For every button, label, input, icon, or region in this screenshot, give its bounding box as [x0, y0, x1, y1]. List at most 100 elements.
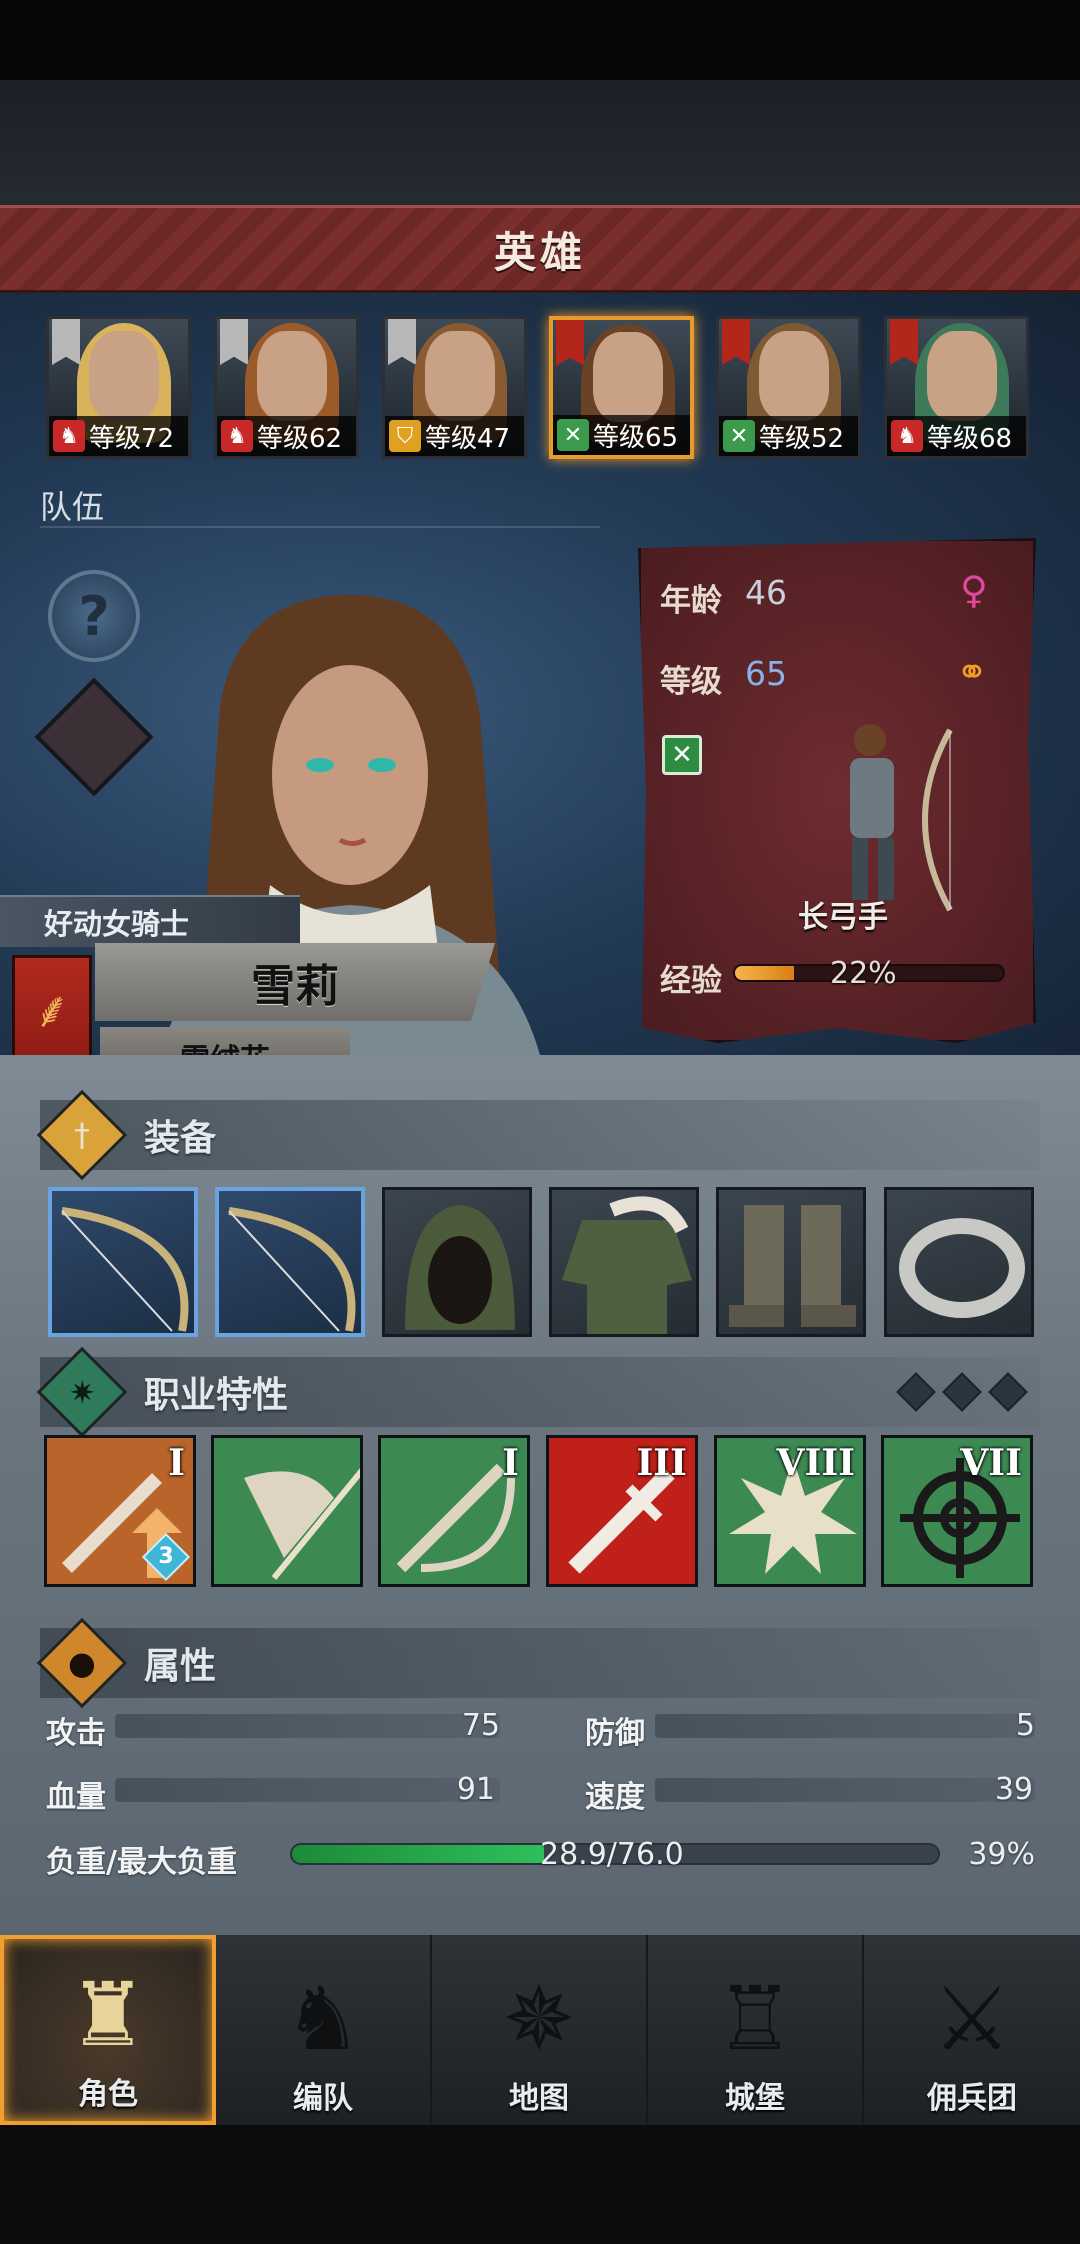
- trait-target[interactable]: VII: [881, 1435, 1033, 1587]
- system-nav-area: [0, 2125, 1080, 2244]
- traits-header: ✷ 职业特性: [36, 1346, 1040, 1438]
- nav-map[interactable]: ✵ 地图: [432, 1935, 648, 2125]
- hero-card-2[interactable]: ♞ 等级62: [214, 316, 359, 459]
- horse-icon: ♞: [891, 420, 923, 452]
- hero-face: [927, 331, 997, 421]
- equip-slot-armor[interactable]: [549, 1187, 699, 1337]
- game-screen: { "header": {"title": "英雄"}, "heroes": […: [0, 0, 1080, 2244]
- trait-sword-strike[interactable]: III: [546, 1435, 698, 1587]
- person-icon: ●: [36, 1617, 128, 1709]
- horse-icon: ♞: [53, 420, 85, 452]
- speed-label: 速度: [585, 1780, 645, 1815]
- trait-sword-bow[interactable]: I: [378, 1435, 530, 1587]
- hero-card-1[interactable]: ♞ 等级72: [46, 316, 191, 459]
- hero-level-tag: ✕ 等级65: [553, 415, 690, 455]
- crossed-bows-icon: ✕: [723, 420, 755, 452]
- castle-icon: ♖: [715, 1967, 795, 2070]
- hero-level-tag: ⛉ 等级47: [385, 416, 524, 456]
- trait-dodge[interactable]: [211, 1435, 363, 1587]
- hero-face: [759, 331, 829, 421]
- nav-mercenary[interactable]: ⚔ 佣兵团: [864, 1935, 1080, 2125]
- horse-icon: ♞: [221, 420, 253, 452]
- hood-icon: [405, 1205, 515, 1330]
- hero-title: 好动女骑士: [0, 895, 300, 947]
- trait-rank: I: [502, 1442, 519, 1484]
- title-banner: 英雄: [0, 205, 1080, 293]
- female-icon: ♀: [960, 568, 988, 612]
- attributes-header: ● 属性: [36, 1617, 1040, 1709]
- load-progress-fill: [292, 1845, 544, 1863]
- grey-banner-icon: [388, 319, 416, 365]
- nav-castle[interactable]: ♖ 城堡: [648, 1935, 864, 2125]
- grey-banner-icon: [220, 319, 248, 365]
- team-label: 队伍: [40, 488, 105, 526]
- helmet-icon: ♞: [283, 1967, 363, 2070]
- xp-percent: 22%: [830, 956, 897, 991]
- defense-label: 防御: [585, 1716, 645, 1751]
- age-value: 46: [745, 573, 787, 612]
- level-value: 65: [745, 654, 787, 693]
- boots-icon: [729, 1205, 856, 1327]
- equip-slot-longbow-1[interactable]: [48, 1187, 198, 1337]
- nav-character[interactable]: ♜ 角色: [0, 1935, 216, 2125]
- sword-icon: †: [36, 1089, 128, 1181]
- traits-title: 职业特性: [144, 1375, 289, 1416]
- hero-face: [257, 331, 327, 421]
- equip-slot-ring[interactable]: [884, 1187, 1034, 1337]
- rings-icon: ⚭: [956, 650, 988, 694]
- trait-rank: VIII: [776, 1442, 855, 1484]
- attack-label: 攻击: [46, 1716, 106, 1751]
- nav-label: 城堡: [725, 2081, 785, 2116]
- red-banner-icon: [722, 319, 750, 365]
- equipment-header: † 装备: [36, 1089, 1040, 1181]
- fur-armor-icon: [562, 1196, 692, 1334]
- ring-icon: [899, 1218, 1025, 1318]
- hero-level-tag: ♞ 等级72: [49, 416, 188, 456]
- attack-value: 75: [461, 1708, 500, 1743]
- hero-card-4-selected[interactable]: ✕ 等级65: [549, 316, 694, 459]
- nav-formation[interactable]: ♞ 编队: [216, 1935, 432, 2125]
- page-title: 英雄: [493, 227, 586, 277]
- nav-label: 地图: [509, 2081, 569, 2116]
- xp-label: 经验: [660, 963, 722, 999]
- hero-card-3[interactable]: ⛉ 等级47: [382, 316, 527, 459]
- level-label: 等级: [660, 664, 722, 700]
- hero-level-tag: ♞ 等级62: [217, 416, 356, 456]
- hero-level: 等级62: [257, 423, 343, 454]
- equip-slot-longbow-2[interactable]: [215, 1187, 365, 1337]
- hero-card-6[interactable]: ♞ 等级68: [884, 316, 1029, 459]
- help-button[interactable]: ?: [48, 570, 140, 662]
- hero-level: 等级72: [89, 423, 175, 454]
- hero-face: [593, 332, 663, 422]
- hero-level: 等级52: [759, 423, 845, 454]
- attributes-title: 属性: [144, 1646, 217, 1687]
- longbow-icon: [228, 1207, 356, 1332]
- trait-sword-upgrade[interactable]: I 3: [44, 1435, 196, 1587]
- mercenary-icon: ⚔: [932, 1967, 1012, 2070]
- xp-progress-fill: [735, 966, 794, 980]
- hp-label: 血量: [46, 1780, 106, 1815]
- load-percent: 39%: [968, 1837, 1035, 1872]
- trait-rank: III: [636, 1442, 687, 1484]
- nav-label: 佣兵团: [927, 2081, 1017, 2116]
- trait-burst[interactable]: VIII: [714, 1435, 866, 1587]
- equipment-title: 装备: [144, 1118, 217, 1159]
- equip-slot-hood[interactable]: [382, 1187, 532, 1337]
- star-burst-icon: ✷: [36, 1346, 128, 1438]
- hp-value: 91: [456, 1772, 495, 1807]
- hero-card-5[interactable]: ✕ 等级52: [716, 316, 861, 459]
- nav-label: 角色: [78, 2077, 138, 2112]
- trait-rank: I: [168, 1442, 185, 1484]
- equip-slot-boots[interactable]: [716, 1187, 866, 1337]
- red-banner-icon: [890, 319, 918, 365]
- hero-level-tag: ✕ 等级52: [719, 416, 858, 456]
- hero-face: [425, 331, 495, 421]
- question-icon: ?: [78, 584, 110, 648]
- longbow-icon: [61, 1207, 189, 1332]
- trait-rank: VII: [960, 1442, 1022, 1484]
- header-background: [0, 80, 1080, 205]
- hero-level: 等级47: [425, 423, 511, 454]
- nav-label: 编队: [293, 2081, 353, 2116]
- status-bar: [0, 0, 1080, 80]
- divider: [40, 526, 600, 528]
